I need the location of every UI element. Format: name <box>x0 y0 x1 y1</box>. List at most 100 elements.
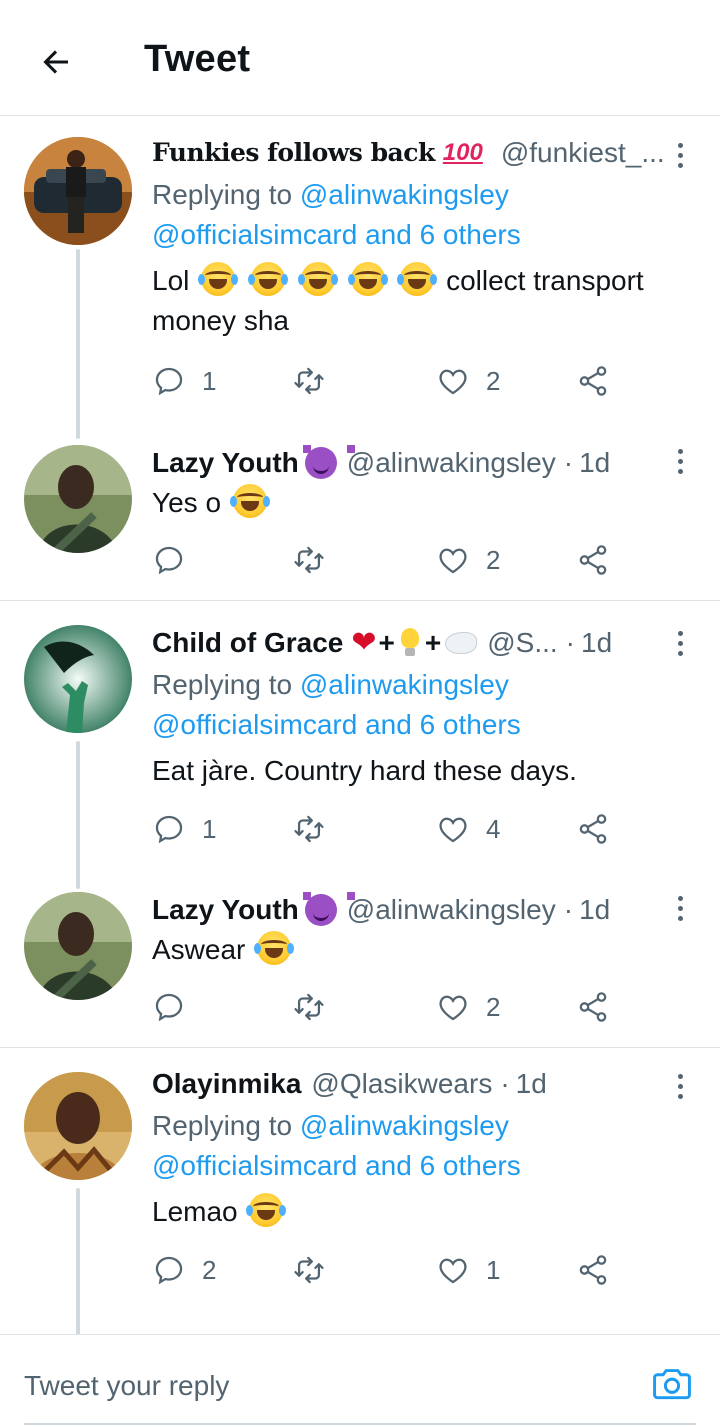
camera-button[interactable] <box>650 1361 694 1405</box>
comment-icon <box>155 1256 183 1285</box>
heart-icon <box>439 369 467 395</box>
mention-others-link[interactable]: @officialsimcard and 6 others <box>152 709 521 740</box>
handle[interactable]: @alinwakingsley <box>347 892 556 928</box>
thread-line <box>76 249 80 439</box>
heart-icon <box>439 817 467 843</box>
share-button[interactable] <box>576 809 610 849</box>
camera-icon <box>653 1369 691 1400</box>
tears-of-joy-emoji-icon <box>254 931 295 965</box>
replying-to: Replying to @alinwakingsley <box>152 669 509 700</box>
more-vertical-icon <box>677 630 683 636</box>
light-bulb-emoji-icon <box>399 628 421 658</box>
reply-button[interactable]: 2 <box>152 1250 216 1290</box>
avatar[interactable] <box>24 445 132 553</box>
tears-of-joy-emoji-icon <box>247 262 288 296</box>
reply-count: 2 <box>202 1254 217 1285</box>
handle[interactable]: @alinwakingsley <box>347 445 556 481</box>
display-name[interactable]: Funkies follows back <box>152 135 435 171</box>
display-name[interactable]: Child of Grace <box>152 625 343 661</box>
tweet-text: Eat jàre. Country hard these days. <box>152 755 577 786</box>
like-button[interactable]: 1 <box>436 1250 500 1290</box>
tweet-item[interactable]: Lazy Youth @alinwakingsley · 1d Aswear 2 <box>0 882 720 1047</box>
share-button[interactable] <box>576 361 610 401</box>
thread-line <box>76 741 80 889</box>
avatar[interactable] <box>24 1072 132 1180</box>
more-options-button[interactable] <box>668 623 692 663</box>
replying-to-more: @officialsimcard and 6 others <box>152 215 672 255</box>
mention-others-link[interactable]: @officialsimcard and 6 others <box>152 219 521 250</box>
comment-icon <box>155 815 183 844</box>
like-button[interactable]: 2 <box>436 987 500 1027</box>
retweet-button[interactable] <box>292 1250 342 1290</box>
more-options-button[interactable] <box>668 135 692 175</box>
more-options-button[interactable] <box>668 441 692 481</box>
back-button[interactable] <box>30 36 82 88</box>
more-options-button[interactable] <box>668 1066 692 1106</box>
retweet-button[interactable] <box>292 540 342 580</box>
reply-button[interactable]: 1 <box>152 361 216 401</box>
timestamp[interactable]: 1d <box>579 445 610 481</box>
retweet-button[interactable] <box>292 987 342 1027</box>
top-app-bar: Tweet <box>0 0 720 116</box>
tears-of-joy-emoji-icon <box>246 1193 287 1227</box>
replying-to: Replying to @alinwakingsley <box>152 1110 509 1141</box>
replying-to-more: @officialsimcard and 6 others <box>152 705 672 745</box>
display-name[interactable]: Lazy Youth <box>152 892 299 928</box>
reply-count: 1 <box>202 365 217 396</box>
reply-button[interactable] <box>152 987 202 1027</box>
tweet-header: Olayinmika @Qlasikwears · 1d <box>152 1066 672 1102</box>
share-icon <box>579 1255 607 1285</box>
share-button[interactable] <box>576 1250 610 1290</box>
arrow-left-icon <box>43 50 68 74</box>
avatar[interactable] <box>24 137 132 245</box>
share-icon <box>579 992 607 1022</box>
retweet-button[interactable] <box>292 361 342 401</box>
share-button[interactable] <box>576 540 610 580</box>
like-button[interactable]: 2 <box>436 540 500 580</box>
tweet-header: Child of Grace ❤ + + @S... · 1d <box>152 625 613 661</box>
tweet-header: Funkies follows back 100 @funkiest_... ·… <box>152 135 672 171</box>
like-button[interactable]: 2 <box>436 361 500 401</box>
heart-icon <box>439 995 467 1021</box>
avatar[interactable] <box>24 625 132 733</box>
mention-others-link[interactable]: @officialsimcard and 6 others <box>152 1150 521 1181</box>
tweet-actions: 1 4 <box>152 809 622 849</box>
handle[interactable]: @Qlasikwears <box>311 1066 492 1102</box>
more-options-button[interactable] <box>668 888 692 928</box>
mention-link[interactable]: @alinwakingsley <box>300 179 509 210</box>
share-icon <box>579 814 607 844</box>
tweet-item[interactable]: Olayinmika @Qlasikwears · 1d Replying to… <box>0 1047 720 1335</box>
devil-emoji-icon <box>302 445 355 479</box>
tweet-item[interactable]: Funkies follows back 100 @funkiest_... ·… <box>0 117 720 439</box>
reply-button[interactable]: 1 <box>152 809 216 849</box>
reply-composer <box>0 1334 720 1427</box>
reply-input[interactable] <box>24 1361 624 1411</box>
mention-link[interactable]: @alinwakingsley <box>300 669 509 700</box>
tweet-item[interactable]: Child of Grace ❤ + + @S... · 1d Replying… <box>0 600 720 889</box>
display-name[interactable]: Olayinmika <box>152 1066 301 1102</box>
avatar[interactable] <box>24 892 132 1000</box>
tweet-item[interactable]: Lazy Youth @alinwakingsley · 1d Yes o 2 <box>0 435 720 600</box>
retweet-button[interactable] <box>292 809 342 849</box>
handle[interactable]: @funkiest_... <box>501 135 665 171</box>
comment-icon <box>155 367 183 396</box>
share-button[interactable] <box>576 987 610 1027</box>
tweet-text: Yes o <box>152 483 672 523</box>
handle[interactable]: @S... <box>487 625 557 661</box>
timestamp[interactable]: 1d <box>579 892 610 928</box>
reply-button[interactable] <box>152 540 202 580</box>
retweet-icon <box>294 367 324 395</box>
like-button[interactable]: 4 <box>436 809 500 849</box>
timestamp[interactable]: 1d <box>581 625 612 661</box>
share-icon <box>579 366 607 396</box>
timestamp[interactable]: 1d <box>516 1066 547 1102</box>
mention-link[interactable]: @alinwakingsley <box>300 1110 509 1141</box>
devil-emoji-icon <box>302 892 355 926</box>
tweet-actions: 2 1 <box>152 1250 622 1290</box>
retweet-icon <box>294 993 324 1021</box>
dove-emoji-icon <box>445 632 478 654</box>
share-icon <box>579 545 607 575</box>
tears-of-joy-emoji-icon <box>198 262 239 296</box>
more-vertical-icon <box>677 448 683 454</box>
display-name[interactable]: Lazy Youth <box>152 445 299 481</box>
